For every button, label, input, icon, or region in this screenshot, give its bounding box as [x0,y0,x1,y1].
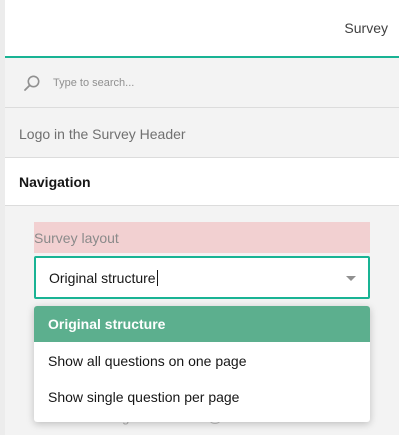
survey-layout-label: Survey layout [34,230,119,246]
section-navigation-header[interactable]: Navigation [5,158,399,206]
search-bar [5,58,399,108]
section-logo-title: Logo in the Survey Header [19,126,186,142]
dropdown-option-label: Show single question per page [48,389,240,405]
survey-layout-value: Original structure [49,270,158,286]
search-input[interactable] [53,74,373,92]
survey-layout-value-text: Original structure [49,270,156,286]
dropdown-option-original-structure[interactable]: Original structure [34,306,370,342]
text-caret [156,270,158,286]
survey-layout-dropdown-list: Original structure Show all questions on… [34,306,370,422]
survey-layout-label-row: Survey layout [34,222,370,253]
property-grid-header: Survey [5,0,399,58]
section-logo-header[interactable]: Logo in the Survey Header [5,109,399,158]
section-navigation-title: Navigation [19,174,91,190]
chevron-down-icon[interactable] [346,276,356,281]
survey-layout-select[interactable]: Original structure [34,256,370,299]
dropdown-option-label: Original structure [48,316,166,332]
dropdown-option-all-questions-one-page[interactable]: Show all questions on one page [34,343,370,379]
dropdown-option-label: Show all questions on one page [48,353,247,369]
header-title[interactable]: Survey [344,20,388,36]
dropdown-option-single-question-per-page[interactable]: Show single question per page [34,379,370,415]
search-icon [24,75,40,91]
